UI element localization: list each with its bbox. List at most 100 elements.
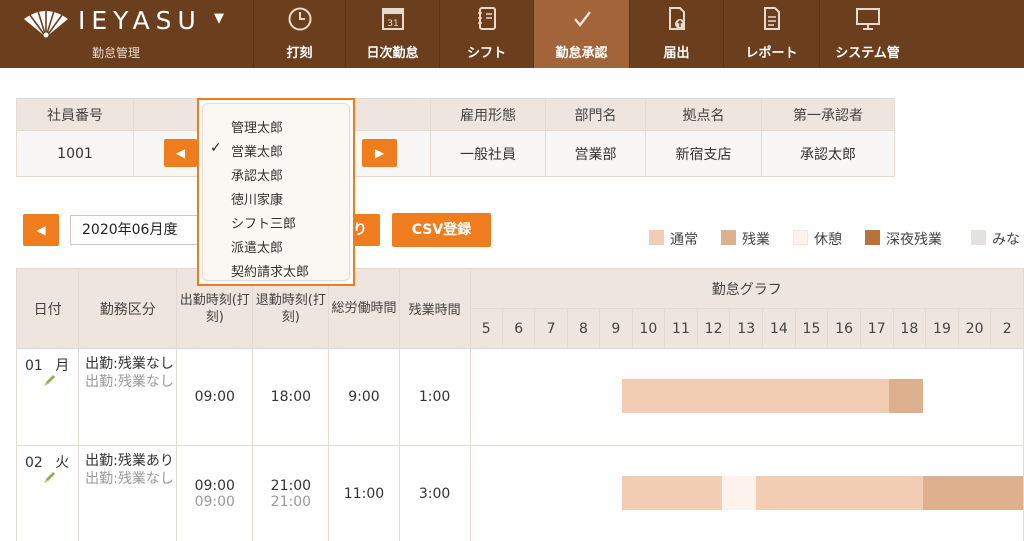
hour-label: 16: [827, 308, 861, 349]
legend-swatch-break: [793, 230, 808, 245]
day-number: 02: [25, 455, 43, 471]
dropdown-item[interactable]: 承認太郎: [231, 165, 283, 184]
header-department: 部門名: [545, 98, 646, 131]
graph-cell: [469, 348, 1024, 446]
app-logo[interactable]: IEYASU ▼ 勤怠管理: [0, 0, 252, 68]
nav-punch[interactable]: 打刻: [253, 0, 345, 68]
header-office: 拠点名: [645, 98, 762, 131]
monitor-icon: [855, 8, 880, 30]
nav-label: システム管: [835, 46, 900, 61]
caret-down-icon[interactable]: ▼: [214, 11, 224, 26]
legend-swatch-late-night: [865, 230, 880, 245]
department-name: 営業部: [545, 130, 646, 177]
employment-type: 一般社員: [430, 130, 546, 177]
header-attendance-graph: 勤怠グラフ: [469, 268, 1024, 309]
clock-in-stamp: 09:00: [194, 493, 235, 510]
pencil-icon[interactable]: [41, 470, 57, 486]
nav-request[interactable]: 届出: [629, 0, 723, 68]
legend-swatch-deemed: [971, 230, 986, 245]
nav-label: 日次勤怠: [366, 46, 419, 61]
clock-out-cell: 21:00 21:00: [252, 445, 330, 541]
clock-in-cell: 09:00: [176, 348, 254, 446]
month-select[interactable]: 2020年06月度: [70, 215, 200, 245]
hour-label: 6: [501, 308, 536, 349]
table-row: 01 月 出勤:残業なし 出勤:残業なし 09:00 18:00 9:00 1:…: [15, 348, 1024, 446]
nav-system-admin[interactable]: システム管: [819, 0, 915, 68]
legend-swatch-normal: [649, 230, 664, 245]
notebook-icon: [477, 7, 496, 30]
nav-daily-attendance[interactable]: 31 日次勤怠: [345, 0, 439, 68]
report-icon: [763, 7, 780, 30]
hour-label: 8: [566, 308, 601, 349]
nav-label: 勤怠承認: [555, 46, 608, 61]
header-overtime: 残業時間: [398, 268, 471, 349]
clock-out: 18:00: [270, 389, 312, 405]
clock-out-stamp: 21:00: [270, 493, 312, 510]
total-work: 11:00: [328, 445, 400, 541]
hour-label: 12: [696, 308, 731, 349]
header-employment-type: 雇用形態: [430, 98, 546, 131]
overtime: 3:00: [398, 445, 471, 541]
nav-attendance-approval[interactable]: 勤怠承認: [533, 0, 629, 68]
nav-shift[interactable]: シフト: [439, 0, 533, 68]
app-subtitle: 勤怠管理: [92, 46, 141, 60]
csv-register-button[interactable]: CSV登録: [392, 213, 491, 247]
hour-label: 11: [664, 308, 698, 349]
hour-label: 18: [892, 308, 927, 349]
date-cell: 02 火: [15, 445, 80, 541]
employee-dropdown[interactable]: 管理太郎 ✓ 営業太郎 承認太郎 徳川家康 シフト三郎 派遣太郎 契約請求太郎: [197, 98, 355, 286]
clock-icon: [288, 7, 311, 31]
hour-label: 2: [990, 308, 1024, 349]
clock-in: 09:00: [194, 477, 235, 494]
legend-label: 残業: [742, 232, 770, 248]
legend-label: 深夜残業: [886, 232, 942, 248]
nav-label: 届出: [663, 46, 690, 61]
legend-label: 休憩: [814, 232, 842, 248]
legend-label: みな: [992, 232, 1020, 248]
document-upload-icon: [668, 7, 685, 30]
table-row: 02 火 出勤:残業あり 出勤:残業なし 09:00 09:00 21:00 2…: [15, 445, 1024, 541]
dropdown-item[interactable]: 徳川家康: [231, 189, 283, 208]
dropdown-item[interactable]: シフト三郎: [231, 213, 296, 232]
calendar-icon: 31: [381, 8, 404, 30]
checkmark-icon: [573, 11, 591, 27]
clock-in: 09:00: [194, 389, 235, 405]
graph-cell: [469, 445, 1024, 541]
header-date: 日付: [15, 268, 80, 349]
prev-employee-button[interactable]: ◀: [164, 139, 197, 167]
dropdown-item[interactable]: 管理太郎: [231, 117, 283, 136]
weekday: 月: [55, 358, 70, 374]
work-type: 出勤:残業あり: [85, 453, 174, 469]
app-name: IEYASU: [78, 6, 202, 35]
legend-swatch-overtime: [721, 230, 736, 245]
clock-out: 21:00: [270, 477, 312, 494]
work-type: 出勤:残業なし: [85, 356, 174, 372]
prev-month-button[interactable]: ◀: [23, 214, 59, 246]
caret-left-icon: ◀: [175, 146, 186, 160]
clock-out-cell: 18:00: [252, 348, 330, 446]
work-type-original: 出勤:残業なし: [85, 374, 174, 390]
header-first-approver: 第一承認者: [761, 98, 895, 131]
nav-report[interactable]: レポート: [723, 0, 819, 68]
check-icon: ✓: [210, 140, 222, 156]
pencil-icon[interactable]: [41, 373, 57, 389]
svg-text:31: 31: [387, 19, 398, 29]
nav-label: シフト: [466, 46, 506, 61]
work-type-cell: 出勤:残業なし 出勤:残業なし: [78, 348, 178, 446]
first-approver: 承認太郎: [761, 130, 895, 177]
overtime: 1:00: [398, 348, 471, 446]
dropdown-item[interactable]: 契約請求太郎: [231, 261, 309, 280]
day-number: 01: [25, 358, 43, 374]
hour-label: 14: [762, 308, 796, 349]
hour-label: 15: [794, 308, 829, 349]
next-employee-button[interactable]: ▶: [362, 139, 397, 167]
hour-label: 5: [469, 308, 503, 349]
work-type-cell: 出勤:残業あり 出勤:残業なし: [78, 445, 178, 541]
clock-in-cell: 09:00 09:00: [176, 445, 254, 541]
dropdown-item-selected[interactable]: 営業太郎: [231, 141, 283, 160]
dropdown-item[interactable]: 派遣太郎: [231, 237, 283, 256]
caret-left-icon: ◀: [36, 223, 46, 237]
attendance-table: 日付 勤務区分 出勤時刻(打刻) 退勤時刻(打刻) 総労働時間 残業時間 勤怠グ…: [15, 268, 1024, 541]
legend-label: 通常: [670, 232, 698, 248]
hour-label: 7: [534, 308, 568, 349]
